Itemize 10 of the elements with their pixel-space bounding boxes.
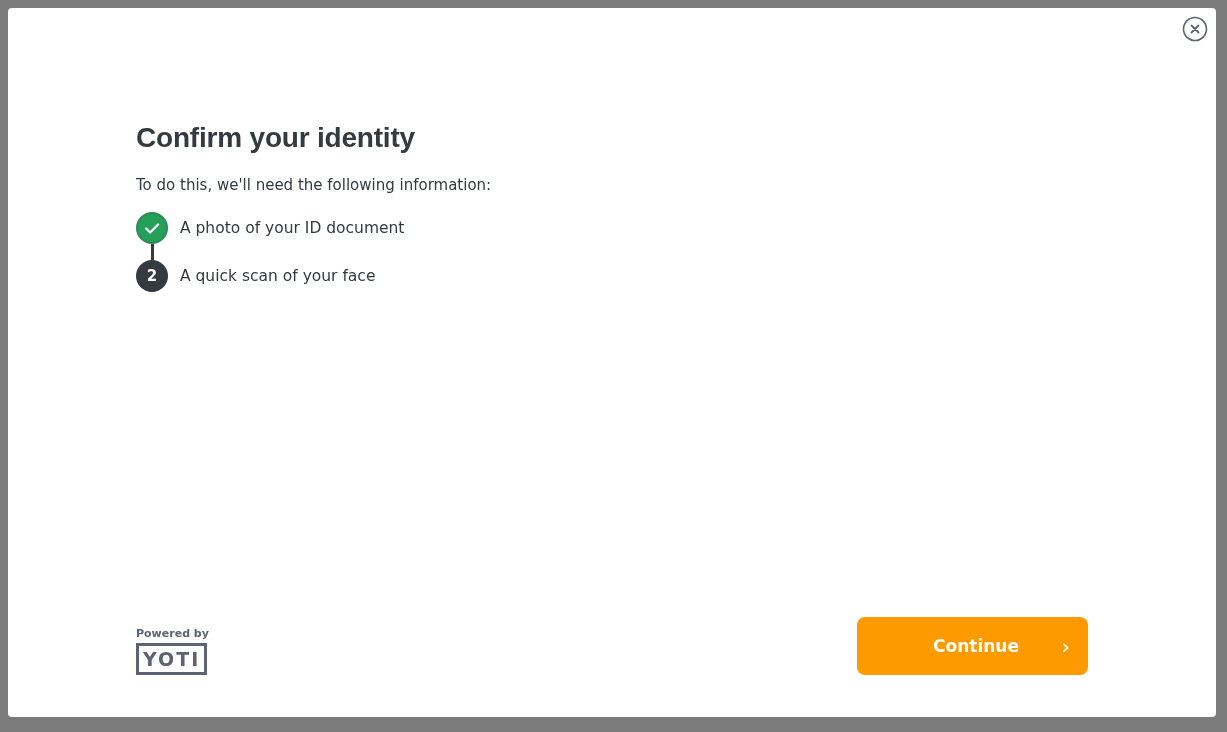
powered-by-text: Powered by — [136, 627, 209, 640]
continue-button[interactable]: Continue › — [857, 617, 1088, 675]
step-number: 2 — [136, 260, 168, 292]
step-label: A quick scan of your face — [180, 266, 376, 287]
logo: YOTI — [136, 643, 208, 675]
close-icon — [1182, 16, 1208, 42]
dialog-title: Confirm your identity — [136, 122, 416, 154]
step-label: A photo of your ID document — [180, 218, 405, 239]
close-button[interactable] — [1182, 16, 1208, 42]
intro-text: To do this, we'll need the following information: — [136, 176, 493, 194]
